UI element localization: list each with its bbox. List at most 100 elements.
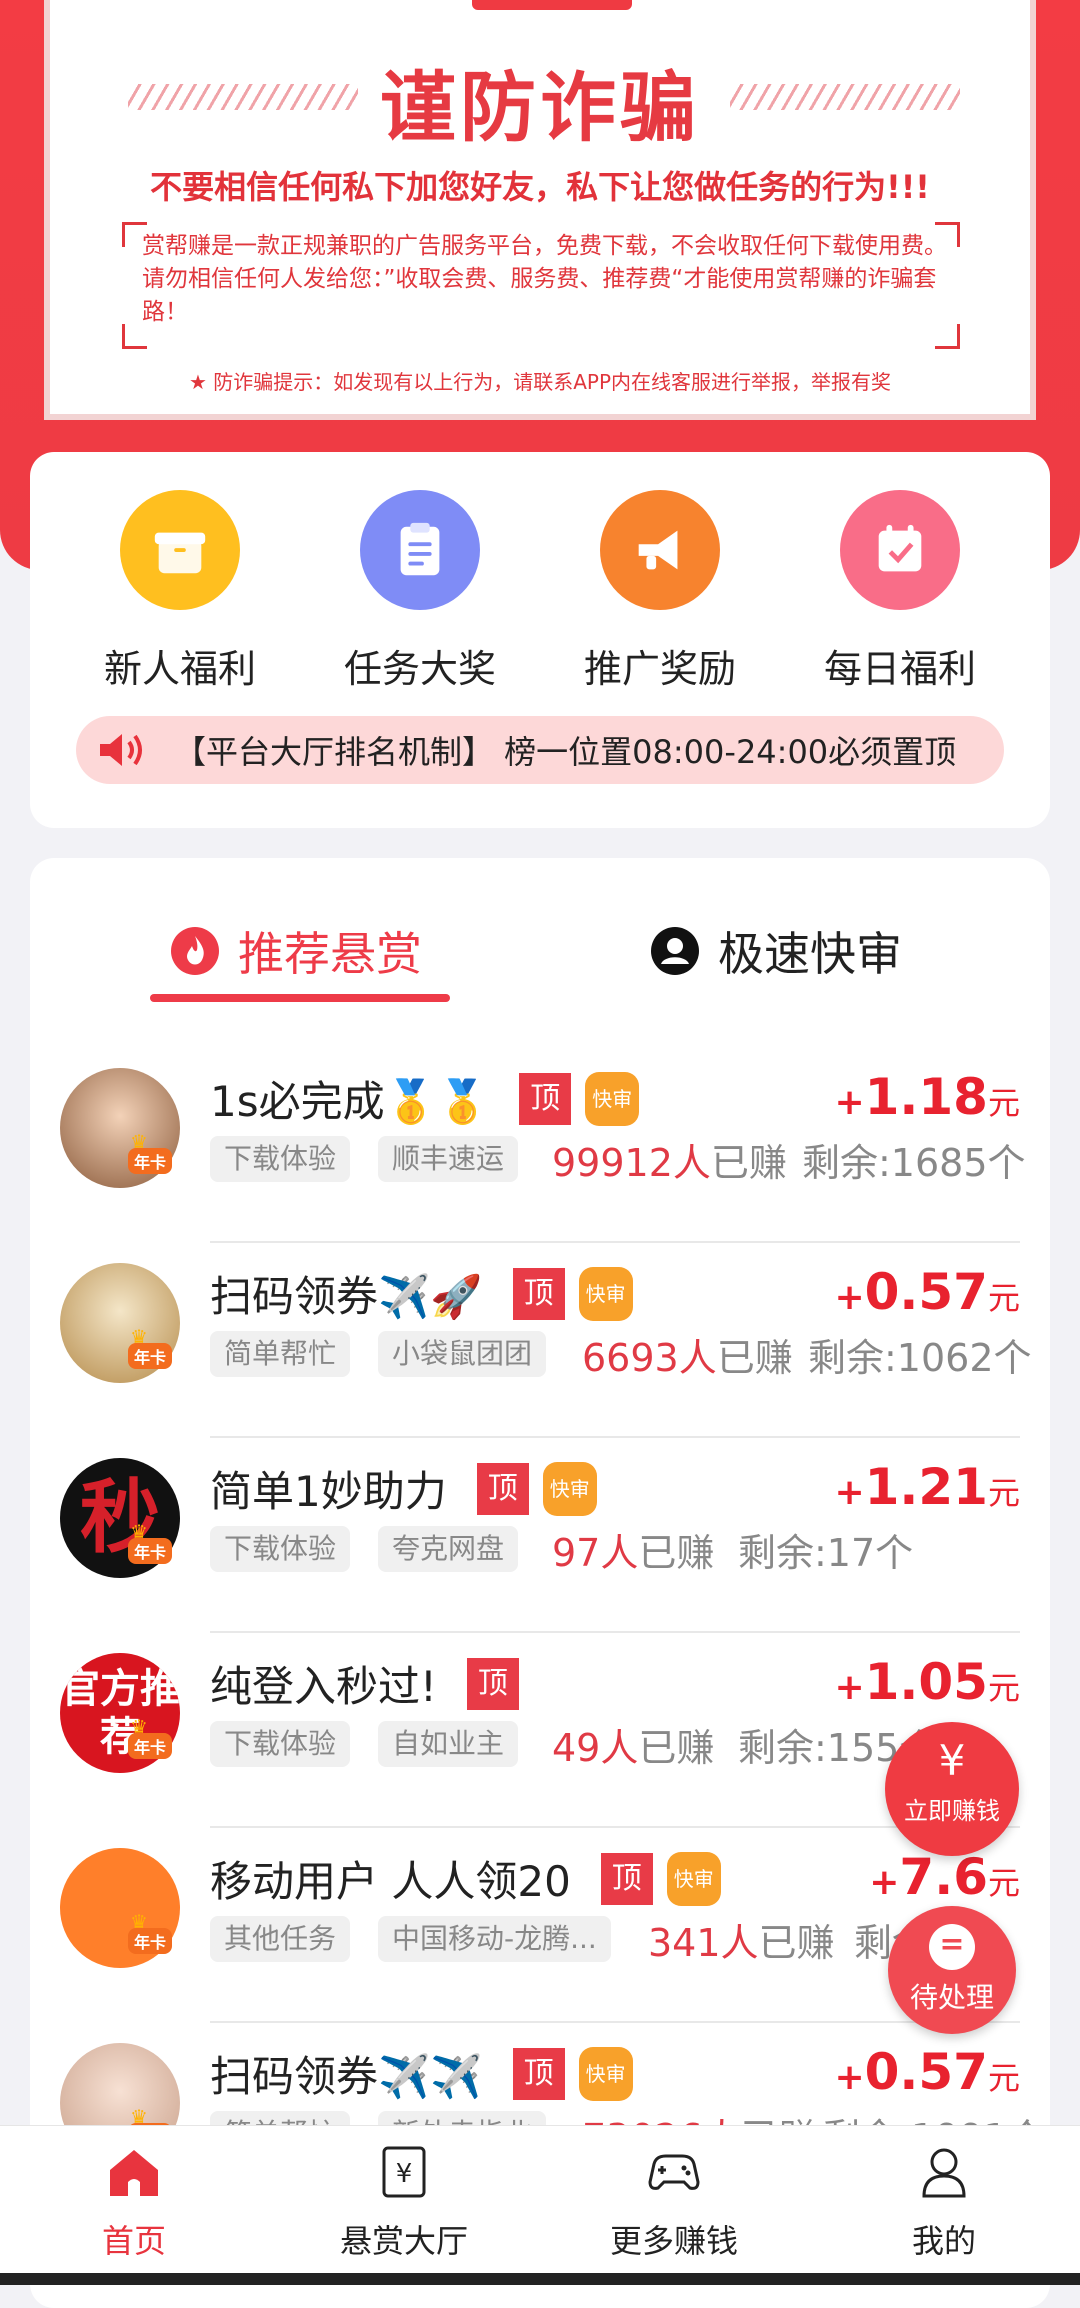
- quick-item-promotion[interactable]: 推广奖励: [560, 490, 760, 693]
- task-title: 简单1妙助力: [210, 1467, 447, 1516]
- task-earned-count: 49人已赚: [552, 1726, 715, 1770]
- user-circle-icon: [651, 927, 699, 975]
- quick-item-task-prize[interactable]: 任务大奖: [320, 490, 520, 693]
- task-tabs: 推荐悬赏 极速快审: [30, 858, 1050, 1018]
- task-price: +1.18元: [834, 1068, 1020, 1126]
- bottom-nav: 首页 ¥ 悬赏大厅 更多赚钱 我的: [0, 2125, 1080, 2274]
- clipboard-icon: [360, 490, 480, 610]
- pending-button[interactable]: = 待处理: [888, 1906, 1016, 2034]
- year-card-badge: 年卡: [128, 1343, 173, 1369]
- pin-top-badge: 顶: [512, 2047, 565, 2100]
- task-merchant-tag: 夸克网盘: [378, 1526, 519, 1572]
- nav-mine[interactable]: 我的: [844, 2142, 1044, 2262]
- task-price: +0.57元: [834, 2043, 1020, 2101]
- yen-icon: ¥: [938, 1736, 966, 1785]
- task-title: 移动用户 人人领20: [210, 1857, 571, 1906]
- quick-item-newbie[interactable]: 新人福利: [80, 490, 280, 693]
- task-list-card: 推荐悬赏 极速快审 ♛ 年卡 1s必完成🥇🥇 顶快审 +1.18元 下载体验 顺丰…: [30, 858, 1050, 2308]
- reward-hall-icon: ¥: [382, 2146, 426, 2198]
- task-category-tag: 下载体验: [210, 1136, 351, 1182]
- gamepad-icon: [648, 2154, 700, 2190]
- tab-fast-review[interactable]: 极速快审: [650, 918, 902, 984]
- quick-entry-card: 新人福利 任务大奖 推广奖励 每日福利 【平台大厅排名机制】 榜一位置08:00…: [30, 452, 1050, 828]
- active-tab-underline: [150, 994, 450, 1002]
- task-row[interactable]: 秒 ♛ 年卡 简单1妙助力顶快审 +1.21元 下载体验 夸克网盘 97人已赚 …: [30, 1438, 1050, 1633]
- earn-now-label: 立即赚钱: [904, 1797, 1000, 1825]
- notice-text: 【平台大厅排名机制】 榜一位置08:00-24:00必须置顶: [174, 733, 957, 771]
- pending-label: 待处理: [909, 1981, 994, 2014]
- megaphone-icon: [600, 490, 720, 610]
- pin-top-badge: 顶: [519, 1072, 572, 1125]
- task-remaining: 剩余:17个: [738, 1531, 914, 1575]
- nav-more-earn[interactable]: 更多赚钱: [574, 2142, 774, 2262]
- nav-home-label: 首页: [101, 2222, 166, 2260]
- task-remaining: 剩余:1685个: [802, 1141, 1026, 1185]
- task-row[interactable]: ♛ 年卡 扫码领券✈️🚀 顶快审 +0.57元 简单帮忙 小袋鼠团团 6693人已…: [30, 1243, 1050, 1438]
- task-price: +7.6元: [869, 1848, 1020, 1906]
- quick-item-label: 每日福利: [823, 647, 976, 691]
- fast-review-badge: 快审: [578, 1266, 633, 1321]
- year-card-badge: 年卡: [128, 1928, 173, 1954]
- calendar-check-icon: [840, 490, 960, 610]
- tab-fast-review-label: 极速快审: [718, 927, 902, 981]
- nav-more-earn-label: 更多赚钱: [609, 2222, 738, 2260]
- user-icon: [922, 2148, 966, 2198]
- task-row[interactable]: ♛ 年卡 1s必完成🥇🥇 顶快审 +1.18元 下载体验 顺丰速运 99912人已…: [30, 1048, 1050, 1243]
- task-earned-count: 97人已赚: [552, 1531, 715, 1575]
- earn-now-button[interactable]: ¥ 立即赚钱: [885, 1722, 1019, 1856]
- fraud-body-text: 赏帮赚是一款正规兼职的广告服务平台，免费下载，不会收取任何下载使用费。请勿相信任…: [142, 233, 947, 325]
- nav-home[interactable]: 首页: [34, 2142, 234, 2262]
- task-title: 扫码领券✈️✈️: [210, 2052, 483, 2101]
- task-category-tag: 简单帮忙: [210, 1331, 351, 1377]
- notice-bar[interactable]: 【平台大厅排名机制】 榜一位置08:00-24:00必须置顶: [76, 716, 1004, 784]
- task-remaining: 剩余:1062个: [808, 1336, 1032, 1380]
- pin-top-badge: 顶: [600, 1852, 653, 1905]
- card-tab-decoration: [472, 0, 632, 10]
- quick-item-label: 新人福利: [103, 647, 256, 691]
- pin-top-badge: 顶: [476, 1462, 529, 1515]
- year-card-badge: 年卡: [128, 1733, 173, 1759]
- fast-review-badge: 快审: [666, 1851, 721, 1906]
- svg-text:¥: ¥: [396, 2159, 413, 2189]
- tab-recommend[interactable]: 推荐悬赏: [170, 918, 422, 984]
- pin-top-badge: 顶: [466, 1657, 519, 1710]
- speaker-icon: [100, 734, 142, 766]
- fast-review-badge: 快审: [585, 1071, 640, 1126]
- tab-recommend-label: 推荐悬赏: [238, 927, 422, 981]
- year-card-badge: 年卡: [128, 1148, 173, 1174]
- fraud-tip: ★ 防诈骗提示：如发现有以上行为，请联系APP内在线客服进行举报，举报有奖: [188, 370, 892, 394]
- task-merchant-tag: 顺丰速运: [378, 1136, 519, 1182]
- task-merchant-tag: 小袋鼠团团: [378, 1331, 547, 1377]
- task-title: 1s必完成🥇🥇: [210, 1077, 490, 1126]
- task-category-tag: 下载体验: [210, 1526, 351, 1572]
- chat-bubble-icon: =: [929, 1924, 975, 1970]
- task-title: 纯登入秒过!: [210, 1662, 437, 1711]
- fraud-title: 谨防诈骗: [380, 63, 700, 152]
- nav-reward-hall-label: 悬赏大厅: [339, 2222, 468, 2260]
- nav-mine-label: 我的: [911, 2222, 976, 2260]
- task-category-tag: 下载体验: [210, 1721, 351, 1767]
- nav-reward-hall[interactable]: ¥ 悬赏大厅: [304, 2142, 504, 2262]
- quick-item-daily[interactable]: 每日福利: [800, 490, 1000, 693]
- task-earned-count: 99912人已赚: [552, 1141, 787, 1185]
- flame-icon: [171, 927, 219, 975]
- pin-top-badge: 顶: [512, 1267, 565, 1320]
- fast-review-badge: 快审: [542, 1461, 597, 1516]
- task-price: +0.57元: [834, 1263, 1020, 1321]
- task-merchant-tag: 自如业主: [378, 1721, 519, 1767]
- fraud-subtitle: 不要相信任何私下加您好友，私下让您做任务的行为!!!: [150, 168, 930, 206]
- system-nav-bar: [0, 2273, 1080, 2285]
- task-earned-count: 6693人已赚: [582, 1336, 793, 1380]
- task-category-tag: 其他任务: [210, 1916, 351, 1962]
- fraud-warning-card: 谨防诈骗 不要相信任何私下加您好友，私下让您做任务的行为!!! 赏帮赚是一款正规…: [44, 0, 1036, 420]
- task-earned-count: 341人已赚: [648, 1921, 835, 1965]
- gift-box-icon: [120, 490, 240, 610]
- task-price: +1.21元: [834, 1458, 1020, 1516]
- task-merchant-tag: 中国移动-龙腾...: [378, 1916, 611, 1962]
- task-title: 扫码领券✈️🚀: [210, 1272, 483, 1321]
- home-icon: [110, 2150, 158, 2196]
- quick-item-label: 任务大奖: [343, 647, 496, 691]
- year-card-badge: 年卡: [128, 1538, 173, 1564]
- fast-review-badge: 快审: [578, 2046, 633, 2101]
- quick-item-label: 推广奖励: [583, 647, 736, 691]
